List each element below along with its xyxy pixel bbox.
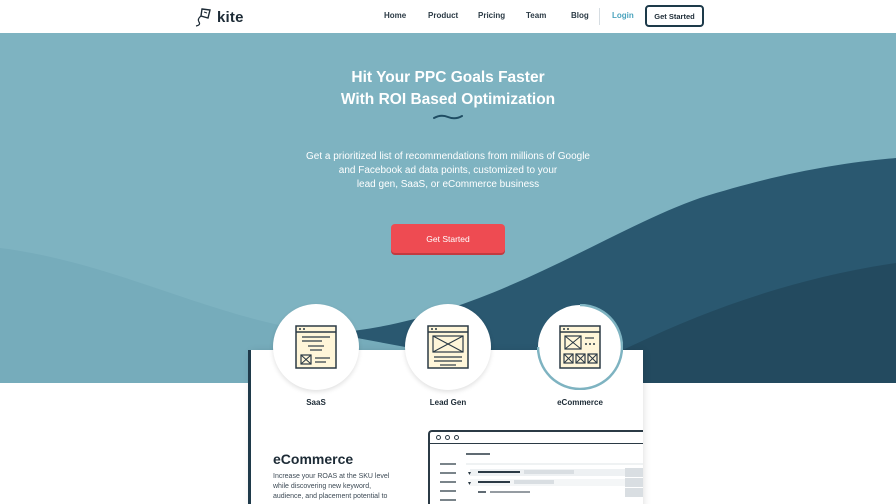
segment-saas-button[interactable] xyxy=(273,304,359,390)
card-text-line3: audience, and placement potential to xyxy=(273,493,388,500)
nav-login[interactable]: Login xyxy=(612,11,634,20)
hero-subtitle-line2: and Facebook ad data points, customized … xyxy=(338,165,558,176)
segment-label-ecommerce[interactable]: eCommerce xyxy=(537,398,623,407)
mockup-window-bar xyxy=(430,432,643,444)
nav-blog[interactable]: Blog xyxy=(571,11,589,20)
saas-wireframe-icon xyxy=(295,325,337,369)
nav-team[interactable]: Team xyxy=(526,11,546,20)
segment-leadgen-button[interactable] xyxy=(405,304,491,390)
svg-text:▾: ▾ xyxy=(468,480,471,487)
nav-home[interactable]: Home xyxy=(384,11,406,20)
hero-subtitle-line3: lead gen, SaaS, or eCommerce business xyxy=(356,179,540,190)
segment-label-saas[interactable]: SaaS xyxy=(273,398,359,407)
segment-label-leadgen[interactable]: Lead Gen xyxy=(405,398,491,407)
window-dot-icon xyxy=(436,435,441,440)
card-heading: eCommerce xyxy=(273,451,354,467)
leadgen-wireframe-icon xyxy=(427,325,469,369)
nav-get-started-button[interactable]: Get Started xyxy=(645,5,704,27)
mockup-table-graphic: ▾ ▾ xyxy=(440,453,643,501)
nav-product[interactable]: Product xyxy=(428,11,458,20)
hero-subtitle-line1: Get a prioritized list of recommendation… xyxy=(305,151,590,162)
squiggle-divider-icon xyxy=(433,114,463,120)
hero-get-started-button[interactable]: Get Started xyxy=(391,224,505,253)
window-dot-icon xyxy=(445,435,450,440)
kite-logo[interactable]: kite xyxy=(193,6,244,28)
hero-title-line1: Hit Your PPC Goals Faster xyxy=(351,69,545,86)
nav-pricing[interactable]: Pricing xyxy=(478,11,505,20)
nav-divider xyxy=(599,8,600,25)
dashboard-mockup-image: ▾ ▾ xyxy=(428,430,643,504)
kite-icon xyxy=(195,8,211,27)
top-navbar: kite Home Product Pricing Team Blog Logi… xyxy=(0,0,896,33)
hero-title-line2: With ROI Based Optimization xyxy=(340,91,556,108)
window-dot-icon xyxy=(454,435,459,440)
logo-text: kite xyxy=(217,8,244,26)
segment-ecommerce-button[interactable] xyxy=(537,304,623,390)
ecommerce-wireframe-icon xyxy=(559,325,601,369)
svg-text:▾: ▾ xyxy=(468,470,471,477)
